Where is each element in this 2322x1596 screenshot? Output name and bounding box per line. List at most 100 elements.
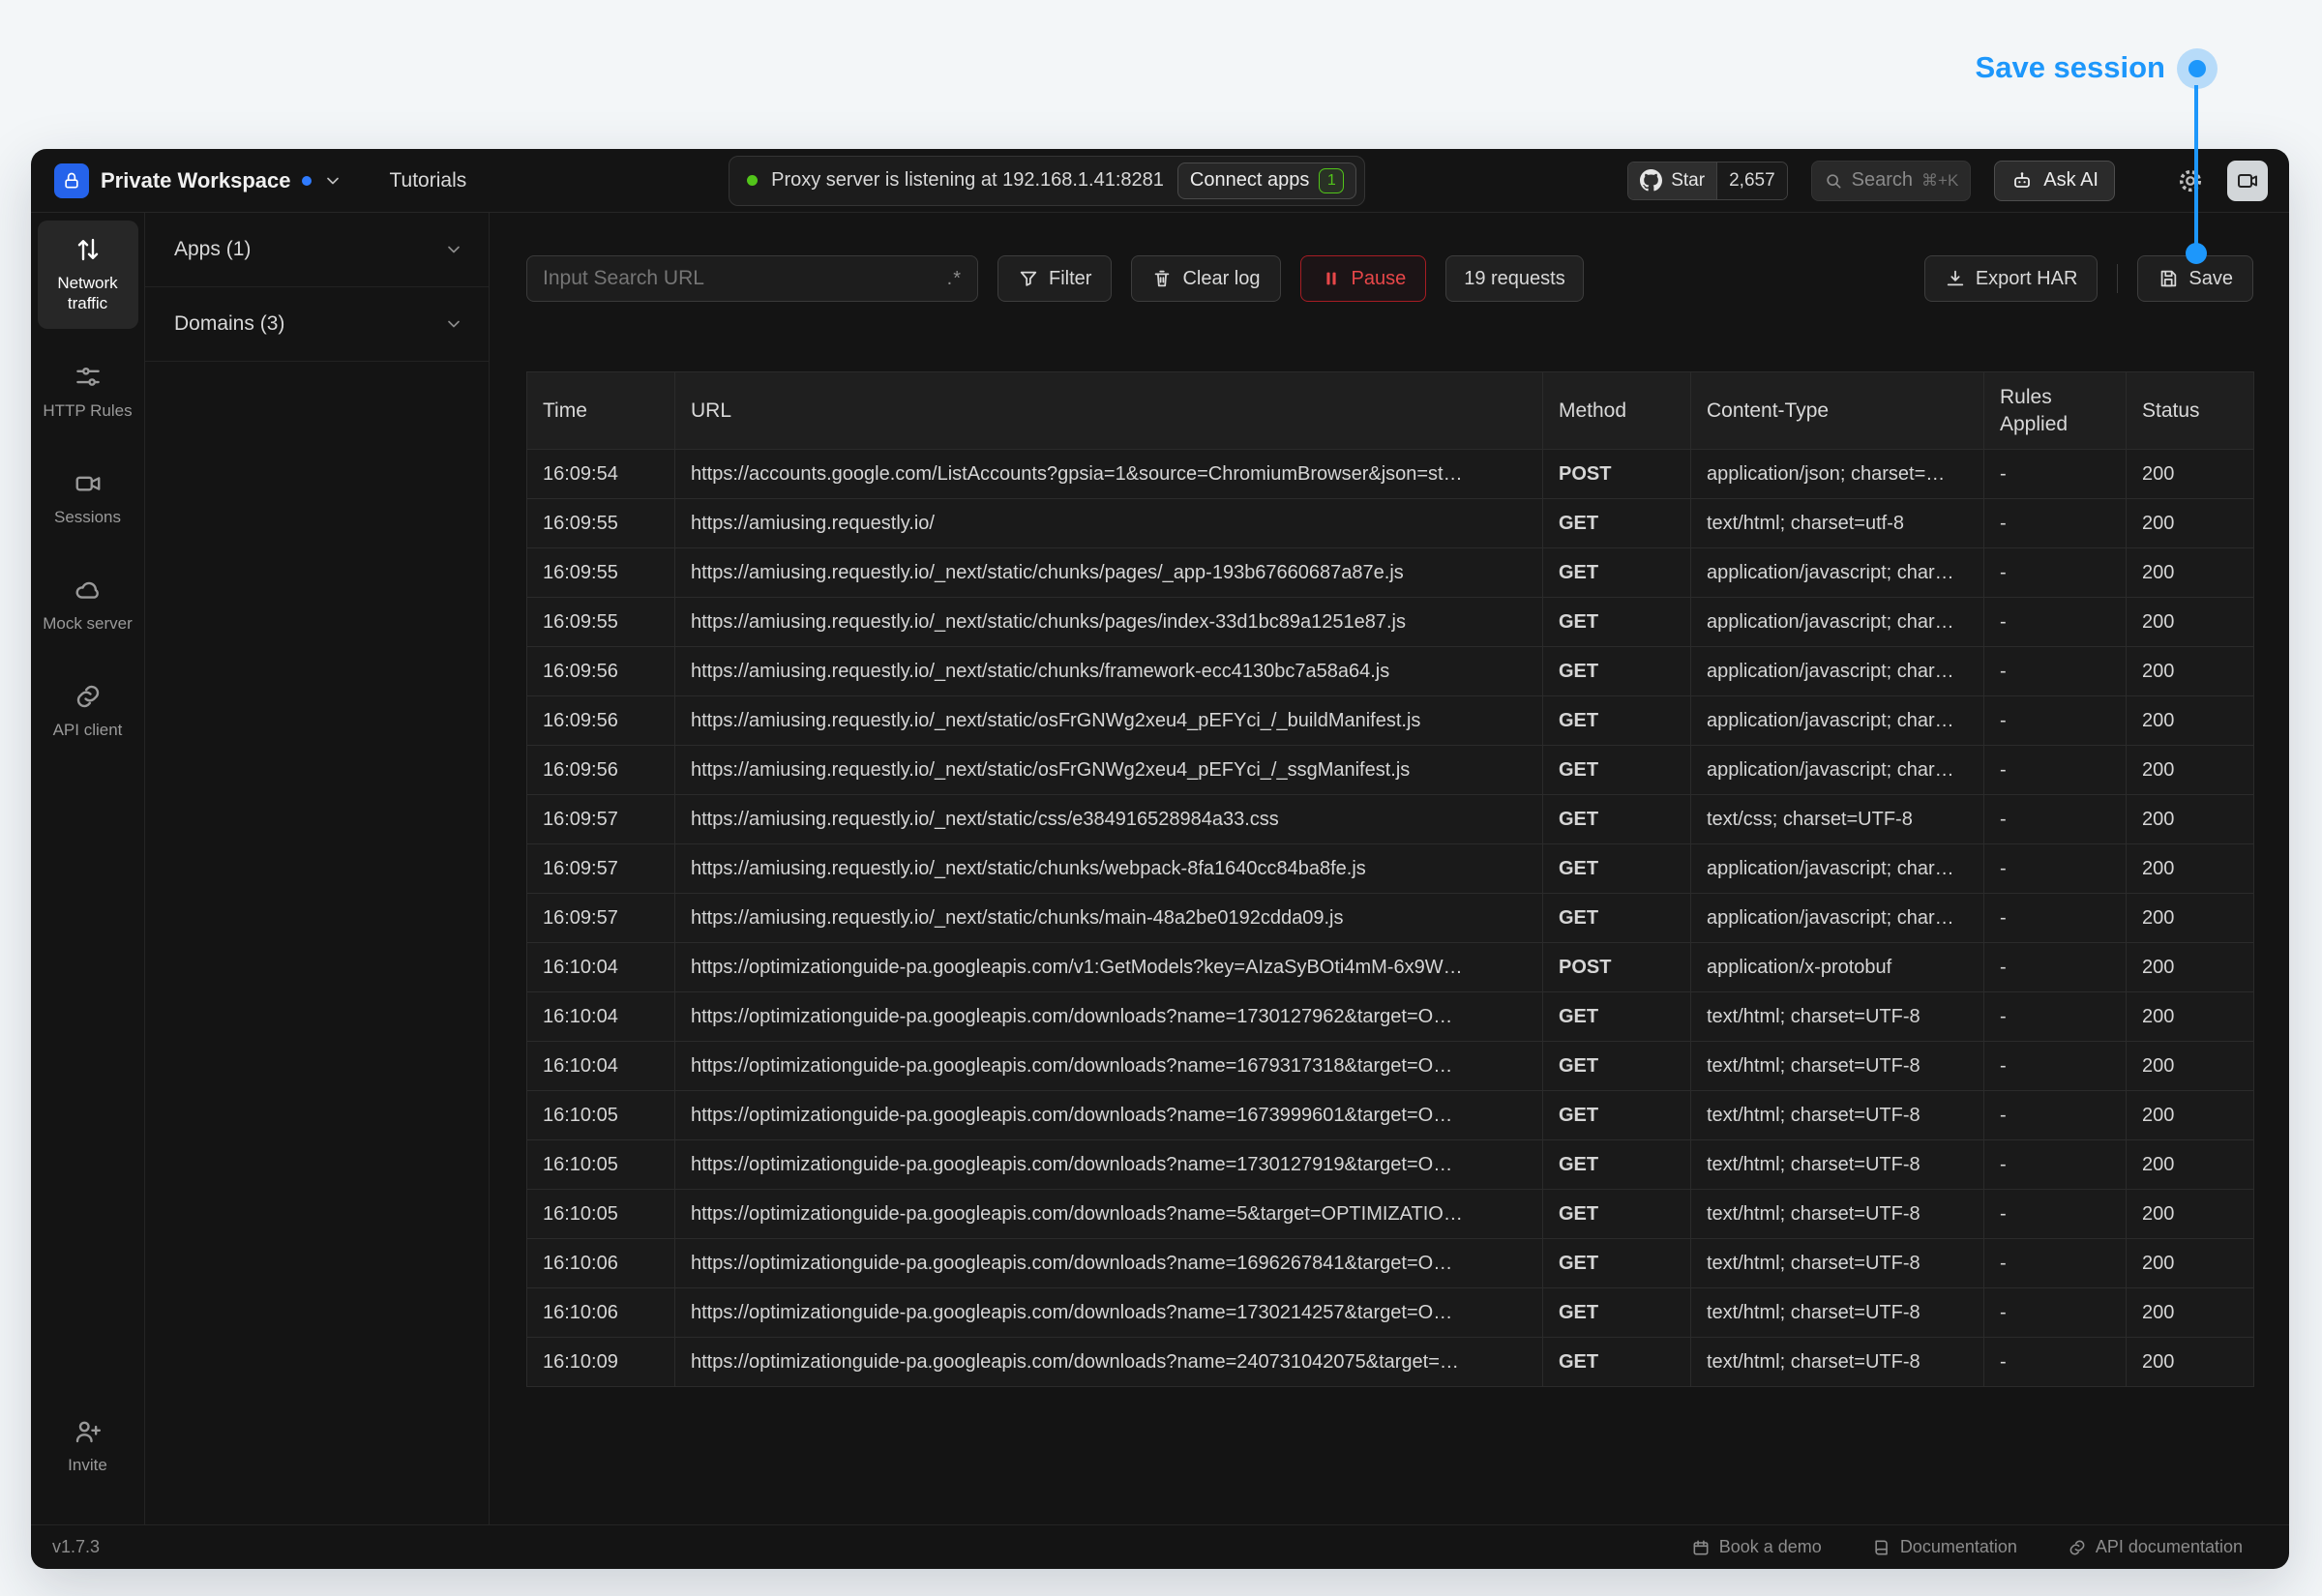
request-row[interactable]: 16:09:55 https://amiusing.requestly.io/ … [527, 499, 2254, 548]
cell-rules-applied: - [1984, 1140, 2127, 1190]
sidebar-item-http-rules[interactable]: HTTP Rules [38, 348, 138, 435]
sidebar-item-label: Sessions [54, 507, 121, 527]
request-row[interactable]: 16:09:57 https://amiusing.requestly.io/_… [527, 844, 2254, 894]
cell-status: 200 [2127, 1091, 2254, 1140]
api-documentation-link[interactable]: API documentation [2068, 1537, 2243, 1557]
cell-url: https://optimizationguide-pa.googleapis.… [675, 1288, 1543, 1338]
column-header-time: Time [527, 372, 675, 450]
cell-method: GET [1543, 894, 1691, 943]
gear-icon [2177, 167, 2204, 194]
cell-status: 200 [2127, 943, 2254, 992]
cell-time: 16:09:54 [527, 450, 675, 499]
filter-button[interactable]: Filter [997, 255, 1112, 302]
documentation-link[interactable]: Documentation [1872, 1537, 2017, 1557]
cell-url: https://amiusing.requestly.io/_next/stat… [675, 795, 1543, 844]
cell-status: 200 [2127, 844, 2254, 894]
cell-status: 200 [2127, 1042, 2254, 1091]
sidebar-item-mock-server[interactable]: Mock server [38, 561, 138, 648]
request-row[interactable]: 16:10:04 https://optimizationguide-pa.go… [527, 992, 2254, 1042]
request-row[interactable]: 16:10:06 https://optimizationguide-pa.go… [527, 1288, 2254, 1338]
cell-content-type: text/html; charset=UTF-8 [1691, 1239, 1984, 1288]
download-icon [1945, 268, 1966, 289]
app-version: v1.7.3 [52, 1537, 100, 1557]
api-documentation-label: API documentation [2096, 1537, 2243, 1557]
request-row[interactable]: 16:09:56 https://amiusing.requestly.io/_… [527, 746, 2254, 795]
cell-url: https://amiusing.requestly.io/_next/stat… [675, 548, 1543, 598]
cell-content-type: text/html; charset=utf-8 [1691, 499, 1984, 548]
network-traffic-panel: .* Filter Clear log Pause 19 requests [490, 213, 2289, 1524]
request-row[interactable]: 16:09:55 https://amiusing.requestly.io/_… [527, 548, 2254, 598]
cell-status: 200 [2127, 548, 2254, 598]
cell-time: 16:10:04 [527, 1042, 675, 1091]
url-search-input[interactable] [543, 267, 947, 290]
cell-content-type: application/javascript; char… [1691, 844, 1984, 894]
sidebar-item-network-traffic[interactable]: Network traffic [38, 221, 138, 329]
sliders-icon [74, 363, 103, 392]
request-row[interactable]: 16:10:06 https://optimizationguide-pa.go… [527, 1239, 2254, 1288]
github-star-widget[interactable]: Star 2,657 [1627, 162, 1787, 200]
request-row[interactable]: 16:09:56 https://amiusing.requestly.io/_… [527, 647, 2254, 696]
export-har-button[interactable]: Export HAR [1924, 255, 2099, 302]
request-row[interactable]: 16:09:57 https://amiusing.requestly.io/_… [527, 894, 2254, 943]
request-row[interactable]: 16:10:05 https://optimizationguide-pa.go… [527, 1091, 2254, 1140]
cell-content-type: text/html; charset=UTF-8 [1691, 992, 1984, 1042]
apps-group-label: Apps (1) [174, 238, 251, 261]
cell-url: https://optimizationguide-pa.googleapis.… [675, 943, 1543, 992]
annotation-callout-line [2194, 85, 2198, 253]
clear-icon [1151, 268, 1173, 289]
traffic-group-apps[interactable]: Apps (1) [145, 213, 489, 287]
request-row[interactable]: 16:10:05 https://optimizationguide-pa.go… [527, 1190, 2254, 1239]
request-row[interactable]: 16:09:57 https://amiusing.requestly.io/_… [527, 795, 2254, 844]
cell-status: 200 [2127, 1338, 2254, 1387]
cell-rules-applied: - [1984, 598, 2127, 647]
sidebar-item-sessions[interactable]: Sessions [38, 455, 138, 542]
regex-toggle-icon[interactable]: .* [947, 268, 962, 290]
cell-status: 200 [2127, 894, 2254, 943]
request-row[interactable]: 16:10:09 https://optimizationguide-pa.go… [527, 1338, 2254, 1387]
request-row[interactable]: 16:09:54 https://accounts.google.com/Lis… [527, 450, 2254, 499]
cell-method: GET [1543, 696, 1691, 746]
app-window: Private Workspace Tutorials Proxy server… [31, 149, 2289, 1569]
cell-status: 200 [2127, 992, 2254, 1042]
cell-rules-applied: - [1984, 450, 2127, 499]
cell-url: https://optimizationguide-pa.googleapis.… [675, 1140, 1543, 1190]
request-row[interactable]: 16:10:05 https://optimizationguide-pa.go… [527, 1140, 2254, 1190]
save-icon [2158, 268, 2179, 289]
cell-status: 200 [2127, 746, 2254, 795]
cell-status: 200 [2127, 1140, 2254, 1190]
cell-method: GET [1543, 499, 1691, 548]
sidebar-item-api-client[interactable]: API client [38, 667, 138, 754]
pause-button[interactable]: Pause [1300, 255, 1427, 302]
column-header-rules-applied: Rules Applied [1984, 372, 2127, 450]
session-recorder-button[interactable] [2227, 161, 2268, 201]
book-demo-link[interactable]: Book a demo [1691, 1537, 1822, 1557]
request-row[interactable]: 16:10:04 https://optimizationguide-pa.go… [527, 1042, 2254, 1091]
cell-rules-applied: - [1984, 992, 2127, 1042]
request-row[interactable]: 16:09:55 https://amiusing.requestly.io/_… [527, 598, 2254, 647]
global-search[interactable]: Search ⌘+K [1811, 161, 1972, 201]
cell-url: https://amiusing.requestly.io/_next/stat… [675, 696, 1543, 746]
request-row[interactable]: 16:10:04 https://optimizationguide-pa.go… [527, 943, 2254, 992]
cell-time: 16:09:57 [527, 894, 675, 943]
cell-status: 200 [2127, 1190, 2254, 1239]
workspace-switcher[interactable]: Private Workspace [54, 163, 342, 198]
primary-sidebar: Network traffic HTTP Rules Sessions Mock… [31, 213, 145, 1524]
cell-method: GET [1543, 548, 1691, 598]
cell-content-type: application/javascript; char… [1691, 598, 1984, 647]
nav-tutorials[interactable]: Tutorials [389, 169, 466, 192]
request-row[interactable]: 16:09:56 https://amiusing.requestly.io/_… [527, 696, 2254, 746]
cell-rules-applied: - [1984, 1239, 2127, 1288]
cell-time: 16:10:04 [527, 943, 675, 992]
connect-apps-button[interactable]: Connect apps 1 [1177, 163, 1356, 199]
cell-method: GET [1543, 1288, 1691, 1338]
sidebar-item-invite[interactable]: Invite [38, 1403, 138, 1490]
settings-button[interactable] [2177, 167, 2204, 194]
cell-rules-applied: - [1984, 1091, 2127, 1140]
connect-apps-count-badge: 1 [1319, 168, 1344, 193]
ask-ai-button[interactable]: Ask AI [1994, 161, 2115, 201]
clear-log-button[interactable]: Clear log [1131, 255, 1280, 302]
cell-url: https://amiusing.requestly.io/ [675, 499, 1543, 548]
cell-url: https://amiusing.requestly.io/_next/stat… [675, 598, 1543, 647]
cell-rules-applied: - [1984, 647, 2127, 696]
traffic-group-domains[interactable]: Domains (3) [145, 287, 489, 362]
